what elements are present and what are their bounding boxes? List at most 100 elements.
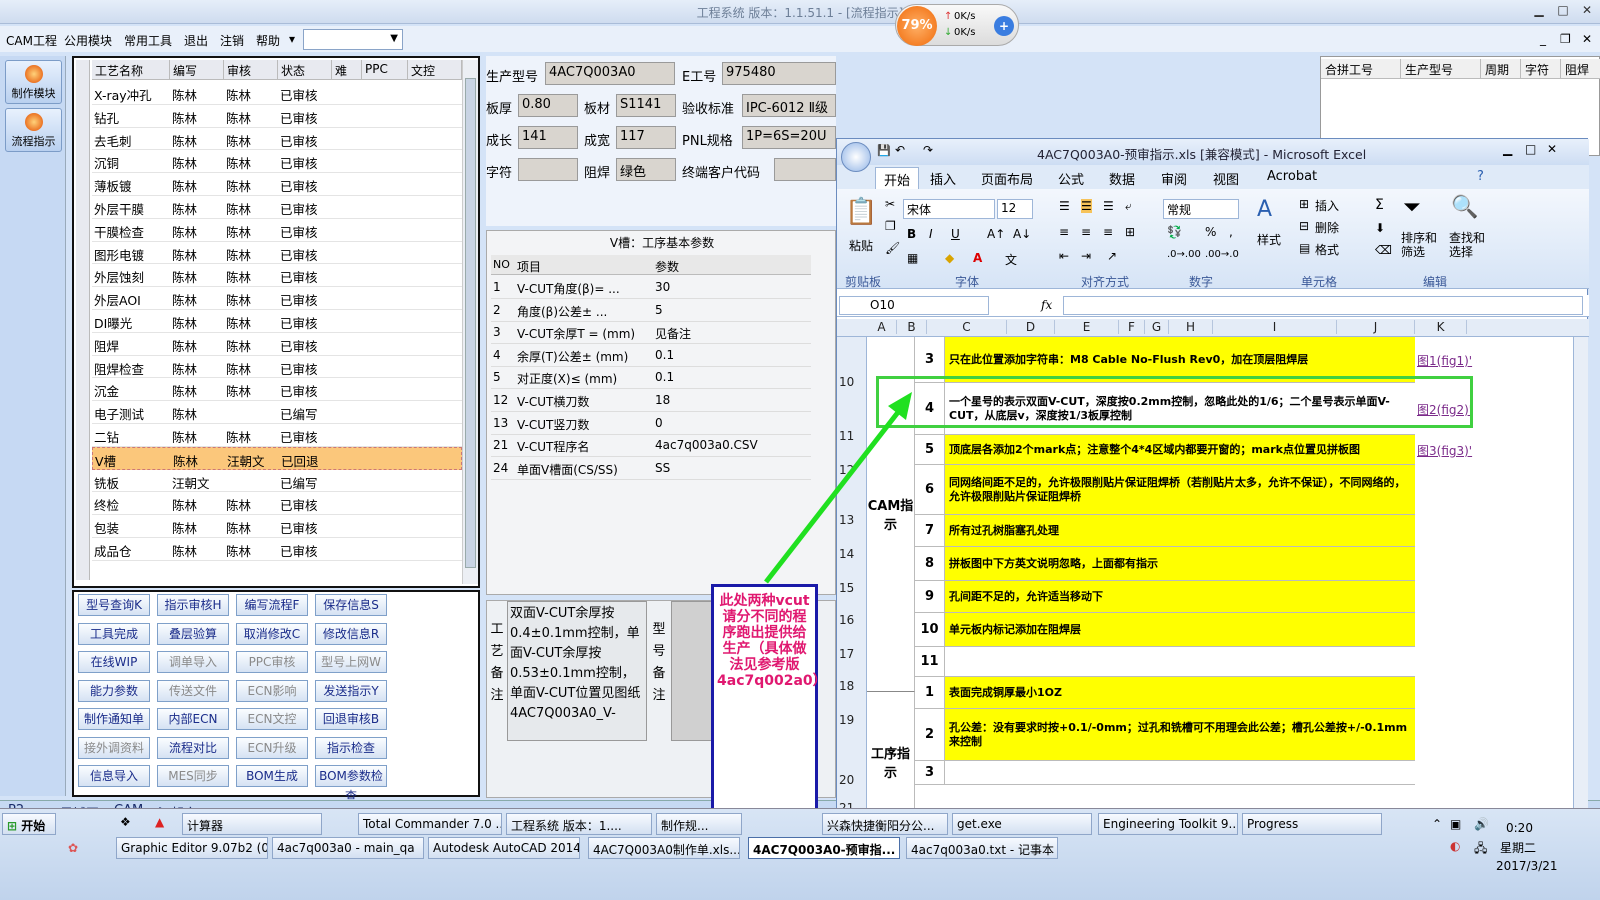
help-icon[interactable]: ? bbox=[1477, 169, 1484, 184]
table-row[interactable]: 干膜检查 陈林 陈林 已审核 bbox=[92, 219, 462, 242]
instruction-cell[interactable]: 孔公差：没有要求时按+0.1/-0mm；过孔和铣槽可不用理会此公差；槽孔公差按+… bbox=[945, 709, 1415, 760]
table-row[interactable]: 去毛刺 陈林 陈林 已审核 bbox=[92, 128, 462, 151]
action-button[interactable]: 内部ECN bbox=[157, 708, 229, 730]
format-cells-icon[interactable]: ▤ bbox=[1299, 241, 1310, 255]
taskbar-item[interactable]: 工程系统 版本：1.... bbox=[506, 813, 652, 835]
table-row[interactable]: 成品仓 陈林 陈林 已审核 bbox=[92, 538, 462, 561]
action-button[interactable]: 指示审核H bbox=[157, 594, 229, 616]
copy-icon[interactable]: ❐ bbox=[885, 219, 896, 233]
mdi-close-button[interactable]: ✕ bbox=[1582, 32, 1592, 46]
delete-label[interactable]: 删除 bbox=[1315, 219, 1339, 236]
font-size-box[interactable]: 12 bbox=[997, 199, 1033, 219]
action-button[interactable]: ECN影响 bbox=[236, 679, 308, 702]
clear-icon[interactable]: ⌫ bbox=[1375, 243, 1392, 257]
nav-make-module[interactable]: 制作模块 bbox=[5, 60, 62, 104]
merge-cells-icon[interactable]: ⊞ bbox=[1125, 225, 1135, 239]
action-button[interactable]: 型号上网W bbox=[315, 651, 387, 673]
row-header[interactable]: 20 bbox=[839, 773, 854, 787]
table-row[interactable]: 4 余厚(T)公差± (mm) 0.1 bbox=[491, 344, 811, 367]
action-button[interactable]: 在线WIP bbox=[78, 651, 150, 673]
table-row[interactable]: 外层蚀刻 陈林 陈林 已审核 bbox=[92, 264, 462, 288]
process-scrollbar[interactable] bbox=[462, 60, 478, 584]
table-row[interactable]: 外层干膜 陈林 陈林 已审核 bbox=[92, 196, 462, 219]
mask-field[interactable]: 绿色 bbox=[616, 158, 676, 181]
action-button[interactable]: BOM参数检查 bbox=[315, 765, 387, 803]
action-button[interactable]: 发送指示Y bbox=[315, 679, 387, 702]
action-button[interactable]: 指示检查 bbox=[315, 736, 387, 759]
action-button[interactable]: 修改信息R bbox=[315, 622, 387, 645]
quicklaunch-icon[interactable]: ❖ bbox=[120, 815, 131, 829]
pdf-icon[interactable]: ▲ bbox=[155, 815, 164, 829]
menu-cam[interactable]: CAM工程 bbox=[6, 32, 57, 49]
action-button[interactable]: ECN文控 bbox=[236, 708, 308, 730]
taskbar-item[interactable]: Progress bbox=[1242, 813, 1382, 835]
plus-icon[interactable]: + bbox=[994, 16, 1014, 36]
col-header[interactable]: 文控 bbox=[408, 60, 462, 80]
align-top-icon[interactable]: ☰ bbox=[1059, 199, 1070, 213]
col-header[interactable]: 阻焊 bbox=[1561, 59, 1600, 79]
sheet-row[interactable]: 10 单元板内标记添加在阻焊层 bbox=[915, 613, 1415, 647]
instruction-cell[interactable]: 顶底层各添加2个mark点；注意整个4*4区域内都要开窗的；mark点位置见拼板… bbox=[945, 435, 1415, 464]
col-header[interactable]: 生产型号 bbox=[1401, 59, 1481, 79]
font-color-icon[interactable]: A bbox=[973, 251, 982, 265]
number-format-box[interactable]: 常规 bbox=[1163, 199, 1239, 219]
wid-field[interactable]: 117 bbox=[616, 126, 676, 149]
action-button[interactable]: BOM生成 bbox=[236, 765, 308, 787]
instruction-cell[interactable]: 表面完成铜厚最小1OZ bbox=[945, 677, 1415, 708]
close-button[interactable]: ✕ bbox=[1578, 3, 1596, 19]
figure-link[interactable]: 图1(fig1)' bbox=[1417, 352, 1472, 369]
action-button[interactable]: 工具完成 bbox=[78, 622, 150, 645]
column-header[interactable]: F bbox=[1119, 320, 1145, 334]
align-bottom-icon[interactable]: ☰ bbox=[1103, 199, 1114, 213]
font-name-box[interactable]: 宋体 bbox=[903, 199, 995, 219]
styles-icon[interactable]: A bbox=[1257, 197, 1272, 222]
thick-field[interactable]: 0.80 bbox=[518, 94, 578, 117]
table-row[interactable]: 电子测试 陈林 已编写 bbox=[92, 401, 462, 424]
taskbar-item[interactable]: Autodesk AutoCAD 2014... bbox=[428, 837, 580, 859]
tab-acrobat[interactable]: Acrobat bbox=[1267, 169, 1317, 184]
align-middle-icon[interactable]: ☰ bbox=[1081, 199, 1092, 213]
action-button[interactable]: 信息导入 bbox=[78, 765, 150, 787]
column-header[interactable]: C bbox=[927, 320, 1007, 334]
taskbar-item[interactable]: Engineering Toolkit 9.... bbox=[1098, 813, 1238, 835]
percent-icon[interactable]: % bbox=[1205, 225, 1216, 239]
row-header[interactable]: 18 bbox=[839, 679, 854, 693]
taskbar-item[interactable]: 兴森快捷衡阳分公... bbox=[822, 813, 948, 835]
scroll-thumb[interactable] bbox=[465, 78, 476, 568]
mdi-minimize-button[interactable]: _ bbox=[1540, 32, 1546, 46]
action-button[interactable]: 传送文件 bbox=[157, 679, 229, 702]
action-button[interactable]: 编写流程F bbox=[236, 594, 308, 616]
column-header[interactable]: B bbox=[897, 320, 927, 334]
column-header[interactable]: H bbox=[1169, 320, 1213, 334]
row-header[interactable]: 16 bbox=[839, 613, 854, 627]
col-header[interactable]: 审核 bbox=[224, 60, 278, 80]
minimize-button[interactable]: ▁ bbox=[1530, 3, 1548, 19]
table-row[interactable]: 1 V-CUT角度(β)= ... 30 bbox=[491, 276, 811, 299]
taskbar-item[interactable]: 计算器 bbox=[182, 813, 322, 835]
table-row[interactable]: 3 V-CUT余厚T = (mm) 见备注 bbox=[491, 321, 811, 345]
menu-exit[interactable]: 退出 bbox=[184, 32, 208, 49]
instruction-cell[interactable]: 孔间距不足的，允许适当移动下 bbox=[945, 581, 1415, 612]
table-row[interactable]: 沉金 陈林 陈林 已审核 bbox=[92, 378, 462, 402]
instruction-cell[interactable] bbox=[945, 761, 1415, 784]
instruction-cell[interactable]: 单元板内标记添加在阻焊层 bbox=[945, 613, 1415, 646]
col-header[interactable]: 合拼工号 bbox=[1321, 59, 1401, 79]
instruction-cell[interactable]: 拼板图中下方英文说明忽略，上面都有指示 bbox=[945, 547, 1415, 580]
menu-public[interactable]: 公用模块 bbox=[64, 32, 112, 49]
table-row[interactable]: 铣板 汪朝文 已编写 bbox=[92, 470, 462, 493]
sheet-row[interactable]: 6 同网络间距不足的，允许极限削贴片保证阻焊桥（若削贴片太多，允许不保证），不同网… bbox=[915, 465, 1415, 515]
cut-icon[interactable]: ✂ bbox=[885, 197, 895, 211]
align-right-icon[interactable]: ≡ bbox=[1103, 225, 1113, 239]
app-icon[interactable]: ✿ bbox=[68, 841, 78, 855]
sum-icon[interactable]: Σ bbox=[1375, 197, 1384, 213]
tray-icon[interactable]: ▣ bbox=[1450, 817, 1461, 831]
minimize-button[interactable]: ▁ bbox=[1503, 142, 1512, 156]
italic-icon[interactable]: I bbox=[929, 227, 933, 241]
column-header[interactable]: G bbox=[1145, 320, 1169, 334]
border-icon[interactable]: ▦ bbox=[907, 251, 918, 265]
tab-insert[interactable]: 插入 bbox=[930, 169, 956, 188]
maximize-button[interactable]: □ bbox=[1525, 142, 1536, 156]
sheet-scrollbar[interactable] bbox=[1573, 337, 1588, 831]
grow-font-icon[interactable]: A↑ bbox=[987, 227, 1005, 241]
action-button[interactable]: 保存信息S bbox=[315, 594, 387, 616]
